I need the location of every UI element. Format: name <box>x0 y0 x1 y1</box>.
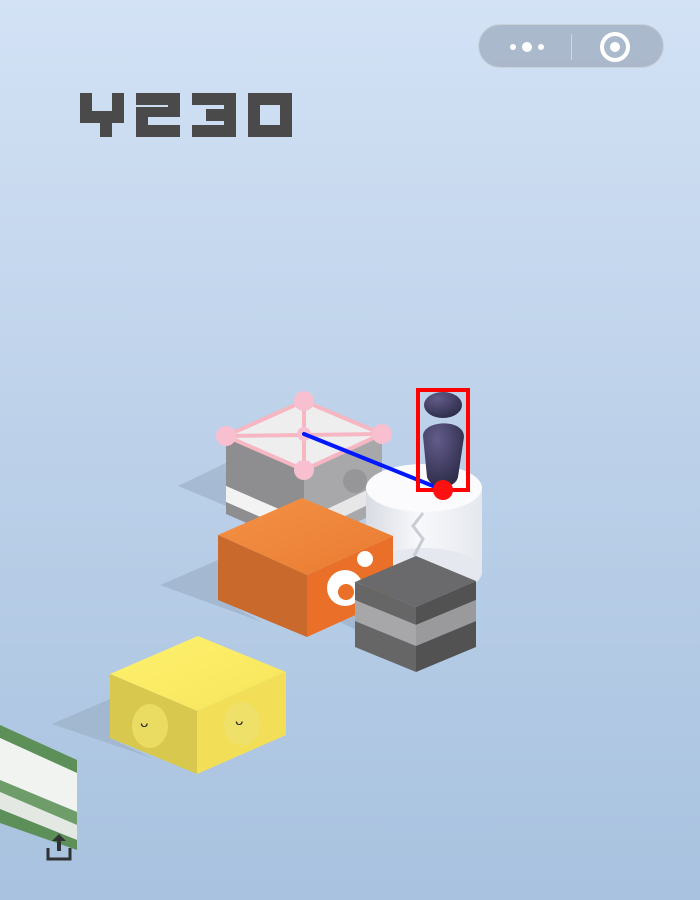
share-upload-icon[interactable] <box>44 832 74 862</box>
player-origin-point <box>433 480 453 500</box>
more-dots-icon[interactable] <box>503 37 551 57</box>
game-stage[interactable]: ᵕ ᵕ 4230 <box>0 0 700 900</box>
svg-text:ᵕ: ᵕ <box>140 715 149 740</box>
player-piece[interactable] <box>423 392 464 487</box>
mini-program-capsule[interactable] <box>478 24 664 68</box>
target-circle-icon[interactable] <box>599 31 631 63</box>
yellow-block: ᵕ ᵕ <box>110 636 286 774</box>
score-display: 4230 <box>80 93 300 137</box>
capsule-divider <box>571 34 572 60</box>
svg-text:ᵕ: ᵕ <box>235 713 244 738</box>
score-digits <box>80 93 292 137</box>
